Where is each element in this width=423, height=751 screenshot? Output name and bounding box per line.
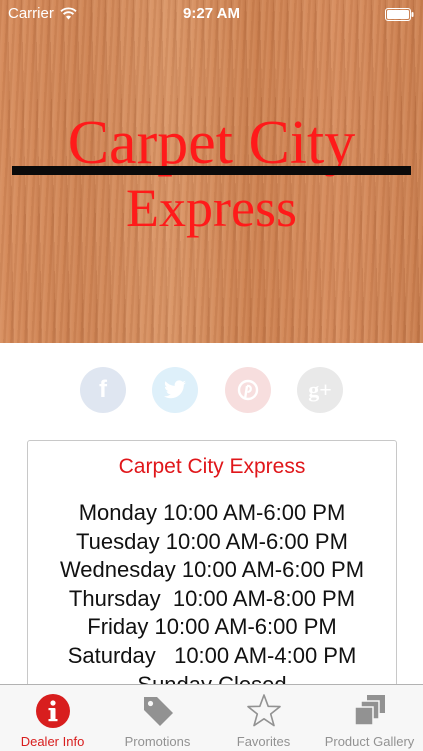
- twitter-button[interactable]: [152, 367, 198, 413]
- tab-favorites[interactable]: Favorites: [211, 685, 316, 751]
- dealer-name: Carpet City Express: [118, 455, 306, 478]
- tab-label: Promotions: [124, 734, 191, 749]
- pinterest-icon: [237, 379, 259, 401]
- pinterest-button[interactable]: [225, 367, 271, 413]
- business-hours: Monday 10:00 AM-6:00 PM Tuesday 10:00 AM…: [28, 499, 396, 699]
- dealer-info-card: Carpet City Express Monday 10:00 AM-6:00…: [27, 440, 397, 702]
- hours-row: Tuesday 10:00 AM-6:00 PM: [76, 528, 348, 554]
- banner-rule: [12, 166, 411, 175]
- banner-title-line2: Express: [126, 178, 297, 238]
- header-banner: Carpet City Express: [0, 0, 423, 343]
- hours-row: Saturday 10:00 AM-4:00 PM: [67, 642, 357, 668]
- social-links: f g+: [0, 367, 423, 413]
- tab-product-gallery[interactable]: Product Gallery: [317, 685, 422, 751]
- facebook-icon: f: [99, 376, 107, 403]
- status-bar: Carrier 9:27 AM: [0, 0, 423, 28]
- google-plus-icon: g+: [308, 377, 332, 402]
- hours-row: Thursday 10:00 AM-8:00 PM: [68, 585, 356, 611]
- star-icon: [246, 694, 281, 727]
- tab-bar: Dealer Info Promotions Favorites Product…: [0, 684, 423, 751]
- tab-label: Product Gallery: [324, 734, 415, 749]
- facebook-button[interactable]: f: [80, 367, 126, 413]
- tab-label: Favorites: [236, 734, 291, 749]
- battery-icon: [385, 8, 414, 21]
- google-plus-button[interactable]: g+: [297, 367, 343, 413]
- tab-dealer-info[interactable]: Dealer Info: [0, 685, 105, 751]
- twitter-icon: [164, 380, 186, 399]
- info-icon: [35, 694, 70, 728]
- hours-row: Friday 10:00 AM-6:00 PM: [87, 614, 337, 640]
- tab-label: Dealer Info: [20, 734, 85, 749]
- hours-row: Wednesday 10:00 AM-6:00 PM: [59, 557, 365, 583]
- tag-icon: [143, 697, 173, 726]
- status-time: 9:27 AM: [183, 5, 240, 22]
- gallery-icon: [353, 695, 385, 726]
- tab-promotions[interactable]: Promotions: [105, 685, 210, 751]
- hours-row: Monday 10:00 AM-6:00 PM: [78, 500, 346, 525]
